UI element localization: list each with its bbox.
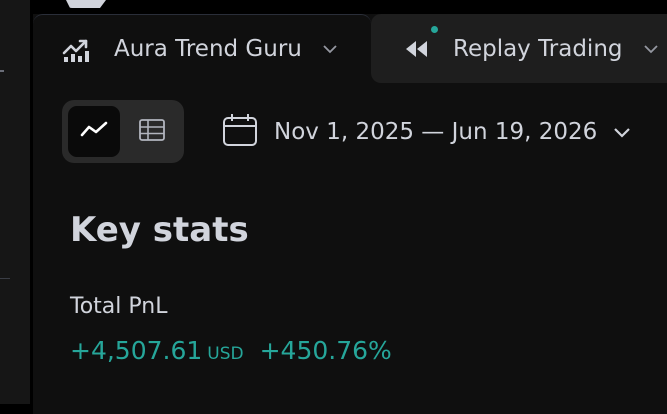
status-dot [431,26,438,33]
table-icon [138,118,166,146]
sidebar-marker [0,70,4,72]
date-range-picker[interactable]: Nov 1, 2025 — Jun 19, 2026 [222,110,631,154]
total-pnl-percent: +450.76% [259,336,392,365]
table-view-button[interactable] [126,106,178,157]
chevron-down-icon[interactable] [322,44,338,54]
calendar-icon [222,112,258,152]
tab-replay-trading[interactable]: Replay Trading [371,14,667,83]
chevron-down-icon[interactable] [643,44,659,54]
section-title: Key stats [70,210,249,250]
tab-label: Aura Trend Guru [114,36,302,62]
total-pnl-currency: USD [207,344,244,364]
line-chart-icon [80,120,108,144]
line-chart-view-button[interactable] [68,106,120,157]
rewind-icon [400,33,432,65]
tab-aura-trend-guru[interactable]: Aura Trend Guru [33,14,371,83]
trend-chart-icon [60,33,92,65]
total-pnl-amount: +4,507.61 [70,336,203,365]
total-pnl-values: +4,507.61 USD +450.76% [70,336,392,365]
chevron-down-icon [613,127,631,138]
logo-fragment [66,0,106,8]
tab-label: Replay Trading [453,35,623,62]
sidebar-divider [0,278,10,279]
left-sidebar-strip [0,0,30,404]
view-toggle [62,100,184,163]
total-pnl-label: Total PnL [70,294,168,319]
date-range-label: Nov 1, 2025 — Jun 19, 2026 [274,119,598,145]
